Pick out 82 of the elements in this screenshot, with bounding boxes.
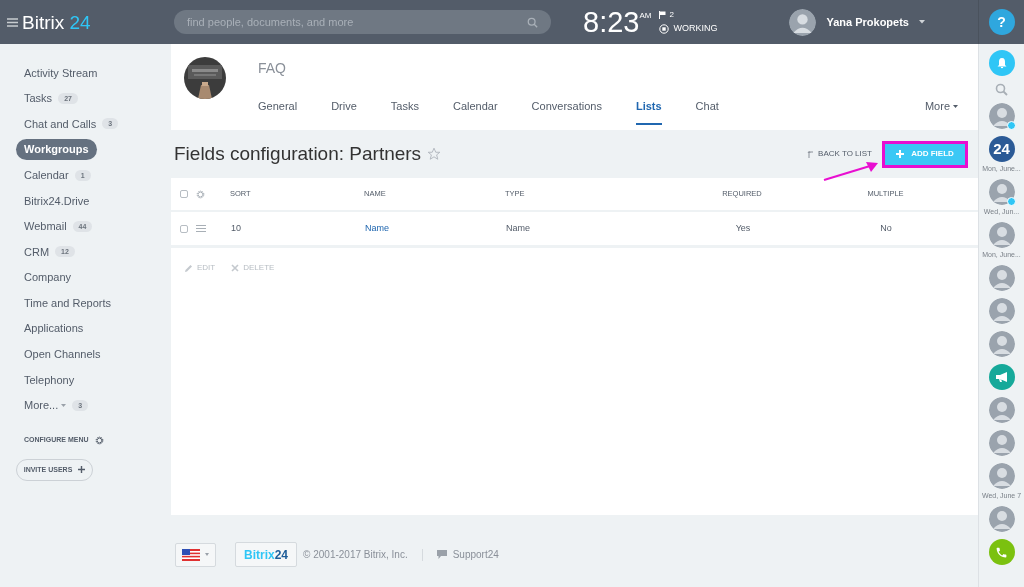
avatar[interactable]: [988, 430, 1015, 456]
group-tab[interactable]: General: [258, 98, 298, 125]
table-cell-text: 10: [231, 221, 242, 235]
group-tab[interactable]: Calendar: [452, 98, 498, 125]
call-button[interactable]: [988, 539, 1015, 565]
sidebar-item[interactable]: Webmail: [16, 218, 75, 235]
caret-icon: [61, 404, 67, 407]
sidebar-item[interactable]: Chat and Calls: [16, 115, 105, 133]
phone-icon: [995, 545, 1008, 559]
table-cell-text: No: [879, 221, 893, 235]
more-tab[interactable]: More: [924, 98, 958, 115]
field-name-link[interactable]: Name: [365, 221, 506, 236]
drag-handle-icon[interactable]: [196, 225, 206, 232]
avatar[interactable]: [988, 397, 1015, 423]
language-selector[interactable]: [175, 542, 216, 567]
plus-icon: [78, 466, 86, 474]
avatar[interactable]: [988, 298, 1015, 324]
clock-time: 8:23: [583, 7, 640, 37]
avatar[interactable]: [988, 222, 1015, 248]
sidebar-item[interactable]: CRM: [16, 243, 58, 261]
group-tab[interactable]: Tasks: [390, 98, 419, 125]
caret-icon: [205, 553, 209, 556]
group-tab[interactable]: Chat: [695, 98, 719, 125]
footer-logo[interactable]: Bitrix24: [235, 542, 298, 567]
sidebar-item[interactable]: Time and Reports: [16, 294, 120, 312]
annotation-arrow: [822, 162, 880, 182]
pencil-icon: [184, 263, 193, 273]
flag-count: 2: [669, 10, 674, 19]
back-to-list-link[interactable]: BACK TO LIST: [807, 148, 872, 160]
sidebar-item[interactable]: Open Channels: [16, 346, 109, 363]
sidebar-item[interactable]: Telephony: [16, 371, 83, 389]
sidebar-item[interactable]: Company: [16, 269, 80, 286]
table-cell-text: Name: [506, 221, 531, 235]
notifications-button[interactable]: [988, 50, 1015, 76]
clock-ampm: AM: [639, 10, 652, 20]
settings-icon[interactable]: [196, 189, 205, 199]
megaphone-icon: [994, 372, 1009, 382]
chat-bubble-icon: [436, 550, 447, 559]
avatar[interactable]: [789, 8, 817, 36]
row-checkbox[interactable]: [180, 224, 188, 233]
copyright-text: © 2001-2017 Bitrix, Inc.: [303, 548, 408, 562]
sidebar-item[interactable]: Applications: [16, 320, 92, 337]
sidebar-item[interactable]: Workgroups: [16, 139, 97, 160]
menu-icon[interactable]: [7, 17, 18, 27]
star-icon[interactable]: [427, 147, 442, 161]
sidebar-item[interactable]: Activity Stream: [16, 64, 106, 82]
bell-icon: [995, 57, 1008, 69]
logo[interactable]: Bitrix 24: [22, 11, 91, 33]
group-name: FAQ: [258, 59, 287, 78]
sidebar-item[interactable]: Tasks: [16, 90, 61, 107]
flag-icon: [659, 10, 667, 19]
sidebar-item[interactable]: More...: [16, 397, 75, 414]
return-arrow-icon: [807, 150, 815, 158]
avatar[interactable]: [988, 265, 1015, 291]
avatar[interactable]: [988, 331, 1015, 357]
search-field[interactable]: find people, documents, and more: [187, 13, 527, 31]
search-icon[interactable]: [527, 16, 538, 28]
caret-icon: [953, 104, 958, 108]
plus-icon: [896, 150, 905, 158]
avatar[interactable]: [988, 463, 1015, 489]
flag-icon: [182, 548, 200, 561]
caret-icon[interactable]: [919, 20, 925, 24]
search-bar[interactable]: find people, documents, and more: [174, 10, 551, 34]
user-name[interactable]: Yana Prokopets: [826, 13, 909, 31]
work-status-button[interactable]: WORKING: [659, 23, 718, 34]
settings-icon[interactable]: [94, 436, 104, 446]
megaphone-button[interactable]: [988, 364, 1015, 390]
page-title: Fields configuration: Partners: [174, 141, 422, 166]
group-tab[interactable]: Drive: [331, 98, 357, 125]
select-all-checkbox[interactable]: [180, 190, 188, 198]
sidebar-item[interactable]: Calendar: [16, 166, 77, 184]
search-icon[interactable]: [995, 83, 1008, 96]
stop-icon: [659, 23, 670, 34]
avatar[interactable]: [988, 103, 1015, 129]
avatar[interactable]: [988, 179, 1015, 205]
table-cell-text: Yes: [734, 221, 752, 235]
close-icon: [231, 264, 240, 272]
bitrix-chat-badge[interactable]: 24: [988, 136, 1015, 162]
sidebar-item[interactable]: Bitrix24.Drive: [16, 192, 98, 209]
avatar[interactable]: [988, 506, 1015, 532]
group-tab[interactable]: Conversations: [531, 98, 602, 125]
group-tab[interactable]: Lists: [635, 98, 662, 125]
